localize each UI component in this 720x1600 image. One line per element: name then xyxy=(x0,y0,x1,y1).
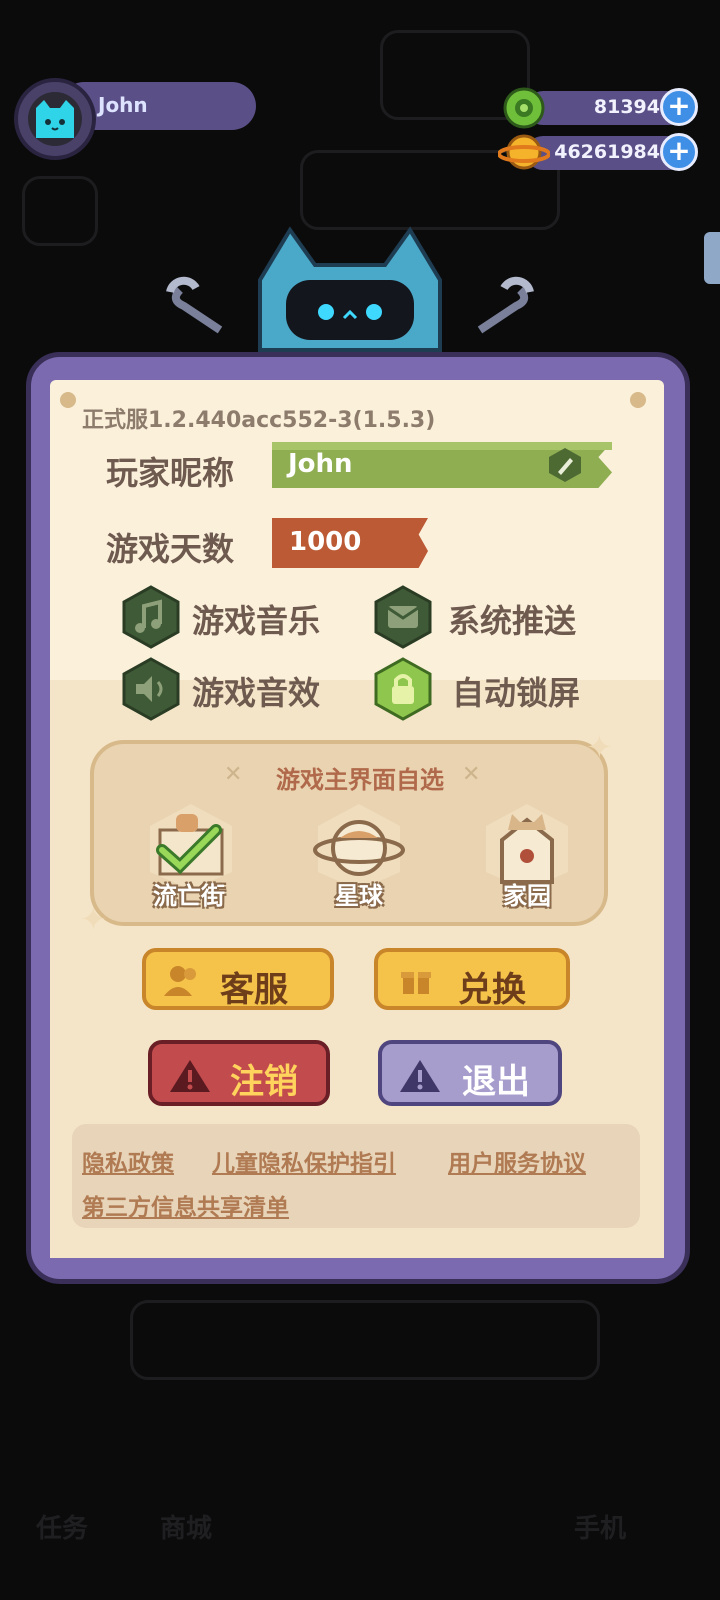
customer-service-button[interactable]: 客服 xyxy=(142,948,334,1010)
version-text: 正式服1.2.440acc552-3(1.5.3) xyxy=(82,408,436,433)
autolock-toggle-label: 自动锁屏 xyxy=(452,674,581,712)
gold-planet-amount: 46261984 xyxy=(554,141,660,163)
sfx-toggle-label: 游戏音效 xyxy=(192,674,321,712)
speaker-icon[interactable] xyxy=(118,656,184,722)
music-toggle-label: 游戏音乐 xyxy=(192,602,321,640)
background-floor xyxy=(130,1300,600,1380)
add-green-coin-button[interactable]: + xyxy=(660,88,698,126)
background-help-box xyxy=(22,176,98,246)
nickname-value: John xyxy=(288,449,353,479)
logout-button[interactable]: 退出 xyxy=(378,1040,562,1106)
add-gold-planet-button[interactable]: + xyxy=(660,133,698,171)
home-option-home[interactable]: 家园 xyxy=(472,800,582,920)
home-option-street-label: 流亡街 xyxy=(153,882,225,910)
green-coin-amount: 81394 xyxy=(593,96,660,118)
privacy-policy-link[interactable]: 隐私政策 xyxy=(82,1144,174,1178)
robot-mascot-icon xyxy=(166,226,534,352)
sparkle-icon: ✦ xyxy=(80,900,107,938)
avatar[interactable] xyxy=(14,78,96,160)
side-drawer-tab[interactable] xyxy=(704,232,720,284)
logout-label: 退出 xyxy=(462,1062,530,1102)
warning-icon xyxy=(170,1060,210,1092)
days-label: 游戏天数 xyxy=(106,530,235,568)
home-option-home-label: 家园 xyxy=(503,882,551,910)
background-nav-phone: 手机 xyxy=(574,1514,627,1544)
user-agreement-link[interactable]: 用户服务协议 xyxy=(448,1144,586,1178)
customer-service-label: 客服 xyxy=(220,970,288,1010)
nickname-label: 玩家昵称 xyxy=(106,454,235,492)
music-note-icon[interactable] xyxy=(118,584,184,650)
background-nav-task: 任务 xyxy=(36,1514,89,1544)
paper-pin-right xyxy=(630,392,646,408)
warning-icon xyxy=(400,1060,440,1092)
green-coin-icon xyxy=(503,87,545,129)
deregister-label: 注销 xyxy=(230,1062,298,1102)
redeem-button[interactable]: 兑换 xyxy=(374,948,570,1010)
days-value: 1000 xyxy=(289,527,362,557)
profile-name: John xyxy=(98,93,148,117)
avatar-frame xyxy=(28,92,82,146)
sparkle-icon: ✦ xyxy=(586,728,613,766)
cat-avatar-icon xyxy=(36,100,74,138)
mail-icon[interactable] xyxy=(370,584,436,650)
push-toggle-label: 系统推送 xyxy=(448,602,577,640)
third-party-sharing-link[interactable]: 第三方信息共享清单 xyxy=(82,1188,289,1222)
support-agent-icon xyxy=(164,966,196,996)
child-privacy-link[interactable]: 儿童隐私保护指引 xyxy=(212,1144,396,1178)
home-option-street[interactable]: 流亡街 xyxy=(136,800,246,920)
home-option-planet-label: 星球 xyxy=(335,882,383,910)
gift-icon xyxy=(401,972,431,994)
edit-pen-icon[interactable] xyxy=(546,446,584,484)
deregister-button[interactable]: 注销 xyxy=(148,1040,330,1106)
paper-pin-left xyxy=(60,392,76,408)
background-nav-shop: 商城 xyxy=(160,1514,213,1544)
home-option-planet[interactable]: 星球 xyxy=(304,800,414,920)
lock-icon[interactable] xyxy=(370,656,436,722)
redeem-label: 兑换 xyxy=(458,970,526,1010)
